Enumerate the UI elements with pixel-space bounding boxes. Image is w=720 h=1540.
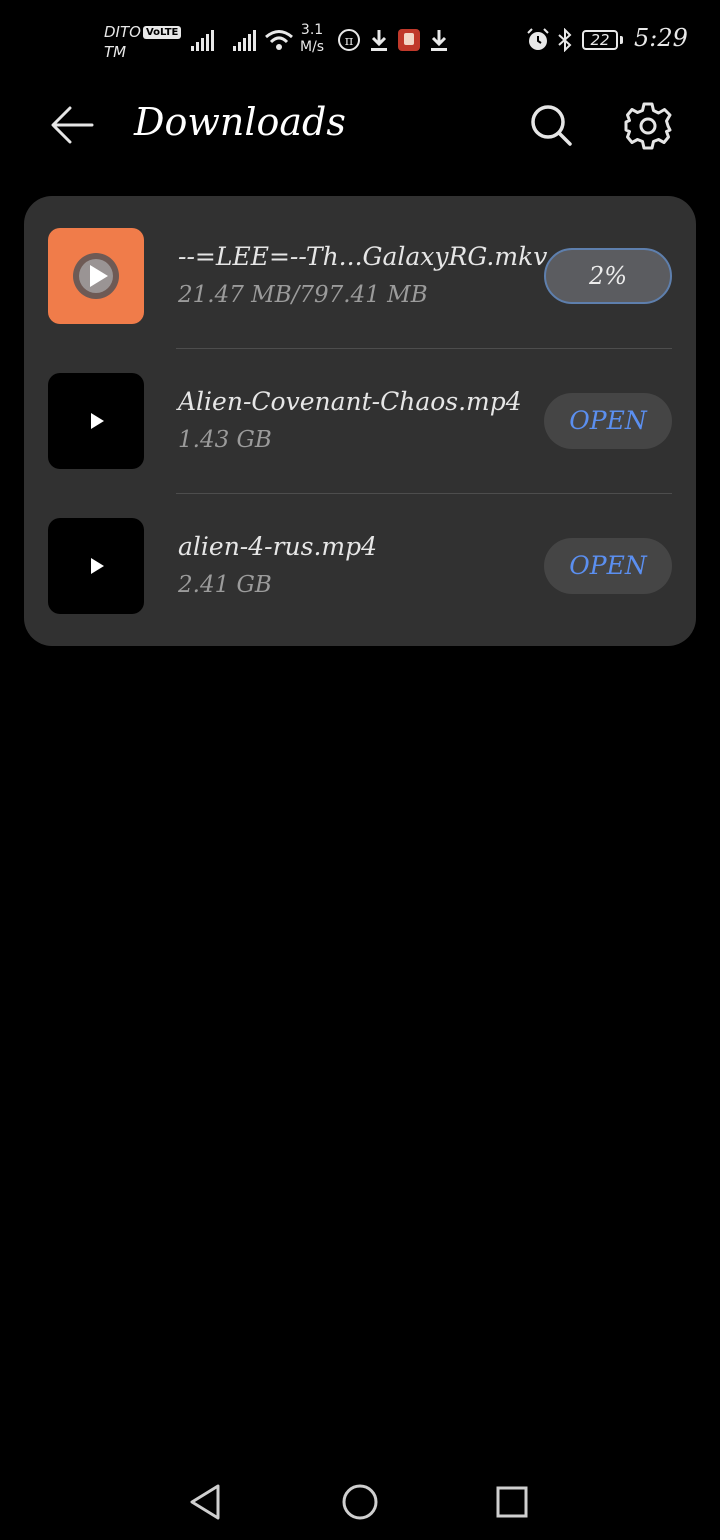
page-title: Downloads xyxy=(134,100,346,144)
settings-button[interactable] xyxy=(622,100,674,152)
play-icon xyxy=(91,558,104,574)
battery-tip xyxy=(620,36,623,44)
pi-network-icon: π xyxy=(338,29,360,51)
carrier-name: DITO xyxy=(104,23,141,41)
carrier-sub: TM xyxy=(104,43,127,61)
speed-value: 3.1 xyxy=(300,22,324,38)
app-notification-icon xyxy=(398,29,420,51)
recents-square-icon[interactable] xyxy=(490,1480,534,1524)
battery-level: 22 xyxy=(590,31,610,49)
app-bar: Downloads xyxy=(0,80,720,170)
download-item[interactable]: Alien-Covenant-Chaos.mp4 1.43 GB OPEN xyxy=(24,341,696,494)
download-item[interactable]: --=LEE=--Th...GalaxyRG.mkv 21.47 MB/797.… xyxy=(24,196,696,349)
open-button[interactable]: OPEN xyxy=(544,538,672,594)
video-thumbnail xyxy=(48,228,144,324)
status-bar: DITO VoLTE TM 3.1 M/s π 22 5:29 xyxy=(0,0,720,80)
downloads-list: --=LEE=--Th...GalaxyRG.mkv 21.47 MB/797.… xyxy=(24,196,696,646)
carrier-label: DITO VoLTE TM xyxy=(104,22,182,62)
search-icon xyxy=(531,105,572,146)
video-thumbnail xyxy=(48,373,144,469)
system-navigation-bar xyxy=(0,1460,720,1540)
file-size: 2.41 GB xyxy=(178,572,272,598)
arrow-left-icon xyxy=(51,106,94,144)
alarm-icon xyxy=(527,28,549,50)
search-button[interactable] xyxy=(526,100,576,150)
signal-icon xyxy=(191,30,214,51)
download-item[interactable]: alien-4-rus.mp4 2.41 GB OPEN xyxy=(24,486,696,631)
file-size: 21.47 MB/797.41 MB xyxy=(178,282,428,308)
volte-badge: VoLTE xyxy=(142,26,182,39)
download-icon xyxy=(371,30,387,51)
open-button[interactable]: OPEN xyxy=(544,393,672,449)
battery-icon: 22 xyxy=(582,30,618,50)
network-speed: 3.1 M/s xyxy=(300,22,324,56)
svg-text:π: π xyxy=(345,34,354,49)
file-name: --=LEE=--Th...GalaxyRG.mkv xyxy=(178,242,548,271)
download-icon xyxy=(431,30,447,51)
back-triangle-icon[interactable] xyxy=(184,1480,228,1524)
file-size: 1.43 GB xyxy=(178,427,272,453)
file-name: alien-4-rus.mp4 xyxy=(178,532,378,561)
bluetooth-icon xyxy=(558,28,572,52)
video-thumbnail xyxy=(48,518,144,614)
clock: 5:29 xyxy=(634,24,688,52)
play-icon xyxy=(91,413,104,429)
back-button[interactable] xyxy=(46,102,98,148)
gear-icon xyxy=(624,102,672,150)
home-circle-icon[interactable] xyxy=(338,1480,382,1524)
play-circle-icon xyxy=(73,253,119,299)
download-progress-button[interactable]: 2% xyxy=(544,248,672,304)
speed-unit: M/s xyxy=(300,39,325,55)
wifi-icon xyxy=(265,30,293,50)
signal-icon xyxy=(233,30,256,51)
file-name: Alien-Covenant-Chaos.mp4 xyxy=(178,387,522,416)
